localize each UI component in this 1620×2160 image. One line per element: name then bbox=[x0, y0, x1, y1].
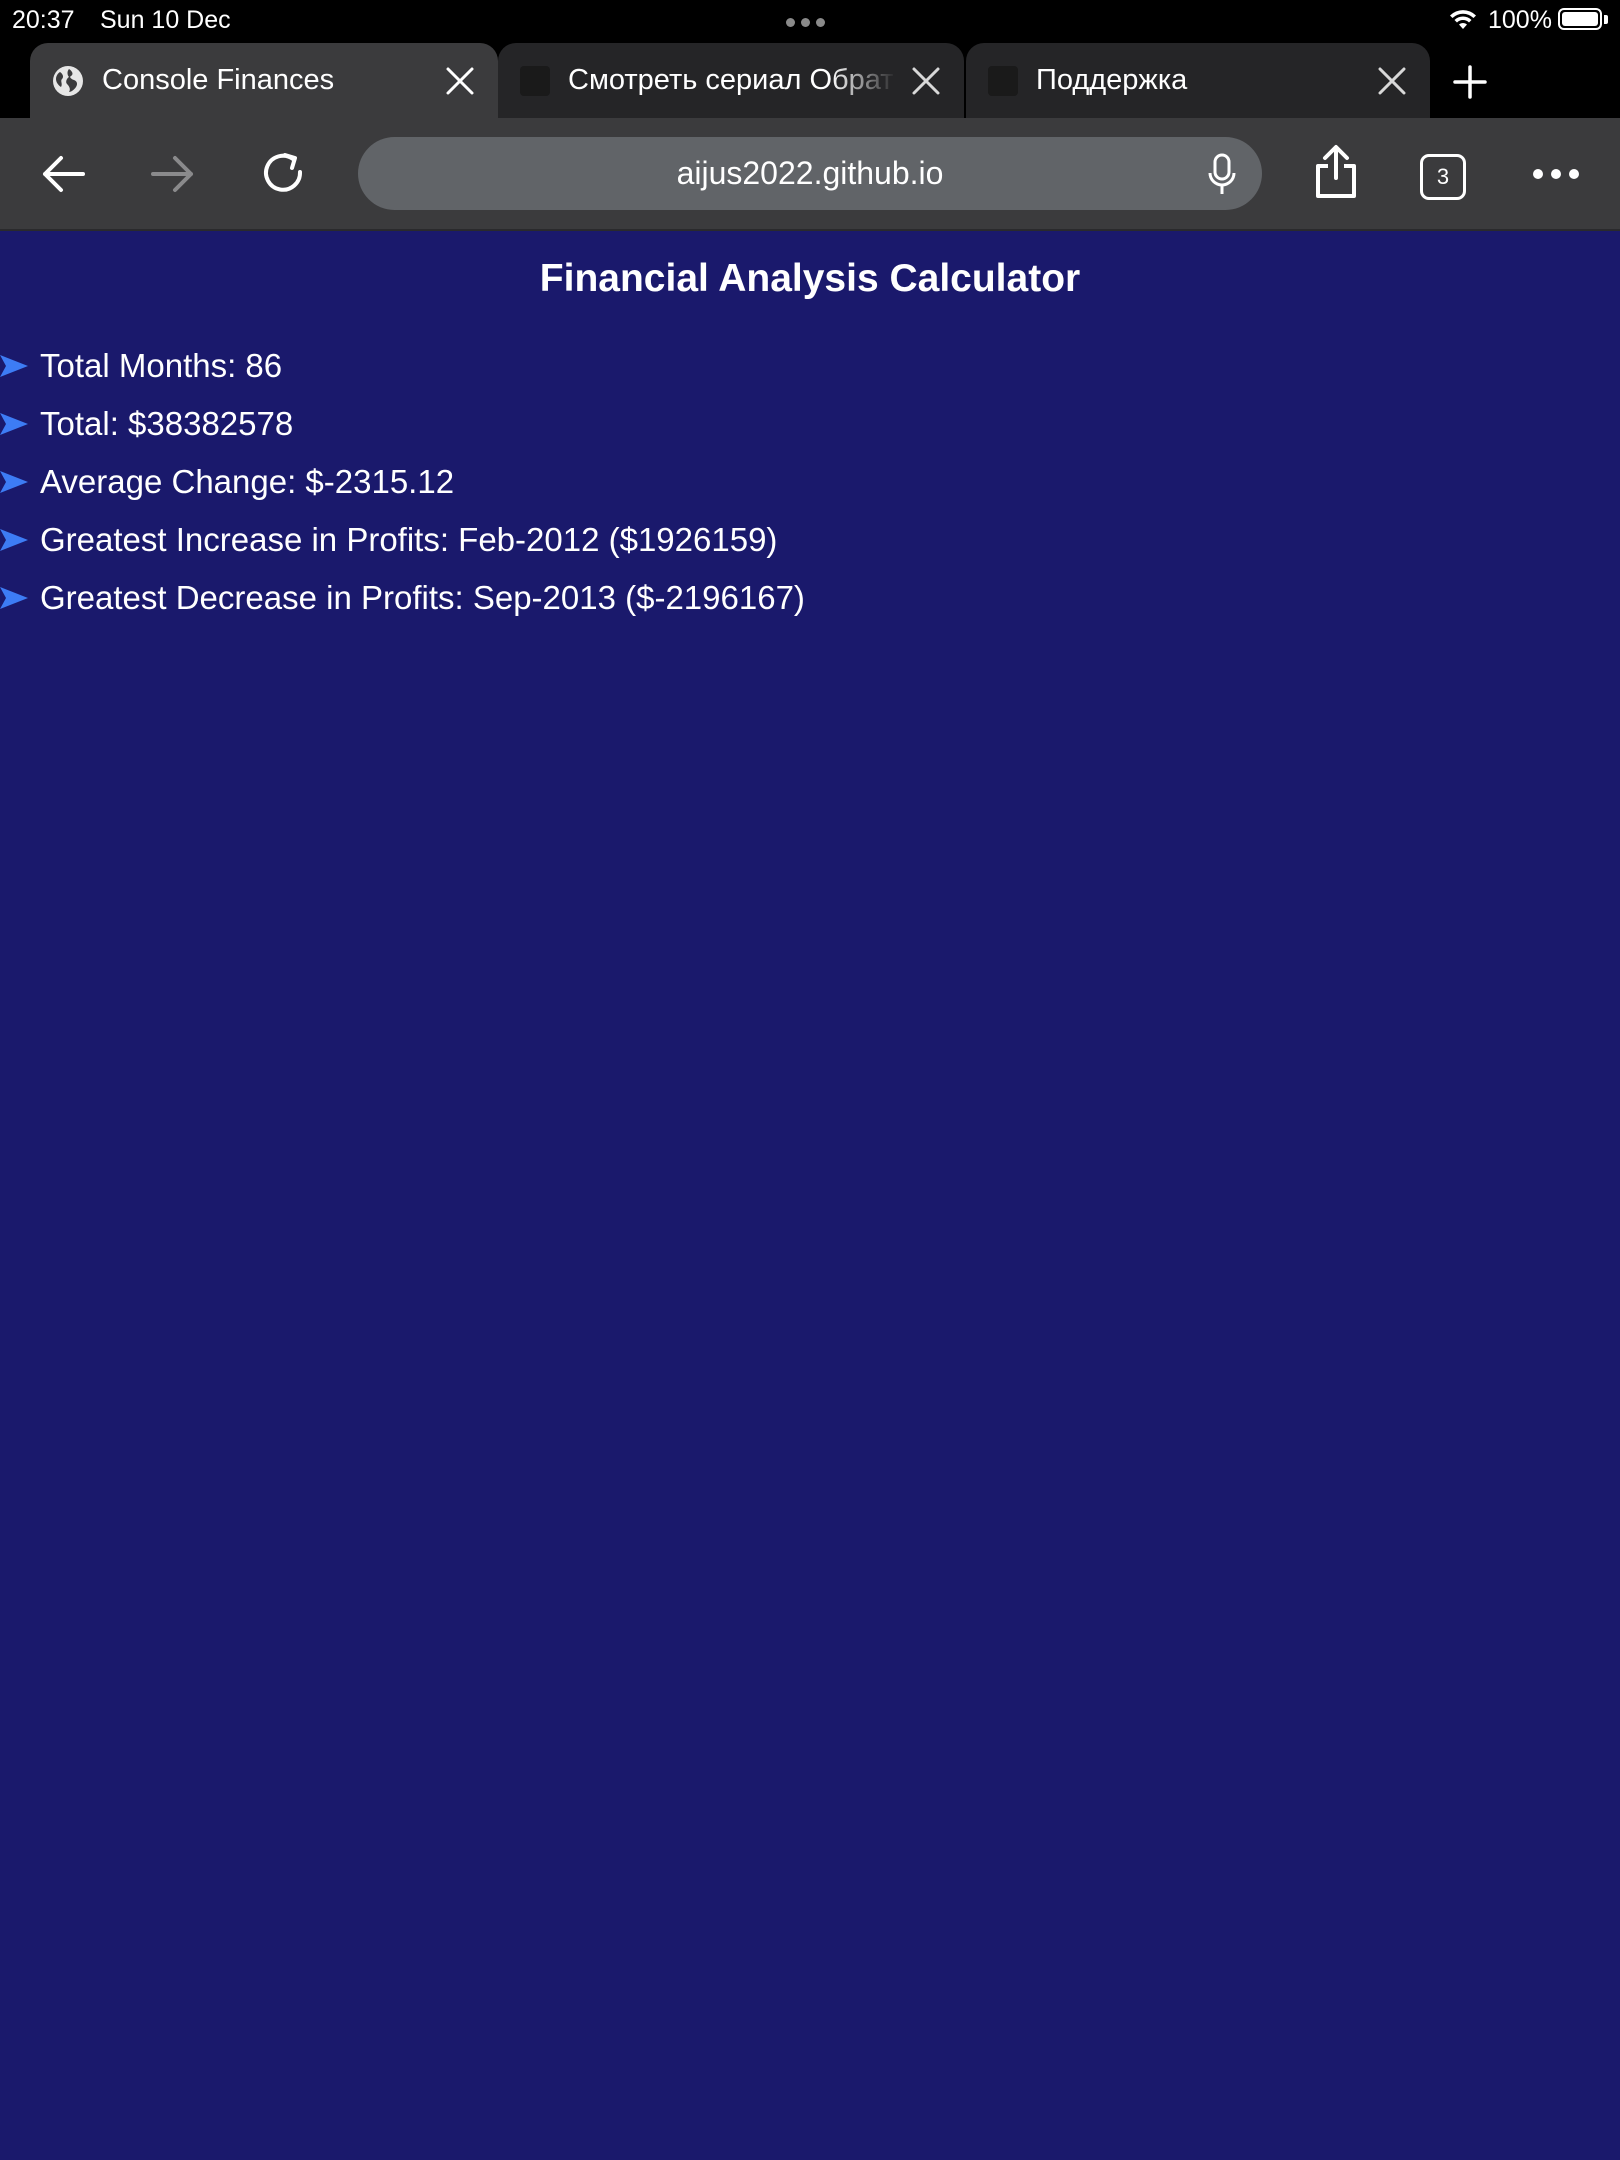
ellipsis-icon bbox=[1533, 169, 1579, 179]
site-favicon-icon bbox=[520, 65, 550, 96]
arrow-right-icon bbox=[151, 156, 193, 192]
multitasking-dots-icon[interactable] bbox=[786, 18, 825, 27]
arrow-bullet-icon bbox=[0, 527, 30, 553]
plus-icon bbox=[1453, 65, 1487, 99]
page-title: Financial Analysis Calculator bbox=[539, 257, 1081, 300]
results-list: Total Months: 86 Total: $38382578 Averag… bbox=[0, 337, 805, 627]
battery-icon bbox=[1558, 8, 1602, 30]
battery-percent: 100% bbox=[1488, 6, 1552, 34]
tab-serial[interactable]: Смотреть сериал Обратный bbox=[498, 43, 964, 118]
list-item: Total Months: 86 bbox=[0, 337, 805, 395]
tab-console-finances[interactable]: Console Finances bbox=[30, 43, 498, 118]
globe-icon bbox=[52, 65, 84, 97]
status-bar: 20:37 Sun 10 Dec 100% bbox=[0, 0, 1620, 40]
share-button[interactable] bbox=[1306, 142, 1366, 202]
tab-title: Поддержка bbox=[1036, 64, 1188, 96]
page-content: Financial Analysis Calculator Total Mont… bbox=[0, 231, 1620, 2160]
list-item: Greatest Decrease in Profits: Sep-2013 (… bbox=[0, 569, 805, 627]
result-text: Total: $38382578 bbox=[40, 405, 294, 442]
reload-button[interactable] bbox=[254, 144, 314, 204]
wifi-icon bbox=[1448, 7, 1478, 38]
tab-title: Console Finances bbox=[102, 64, 335, 96]
result-text: Total Months: 86 bbox=[40, 347, 283, 384]
result-text: Greatest Increase in Profits: Feb-2012 (… bbox=[40, 521, 778, 558]
list-item: Average Change: $-2315.12 bbox=[0, 453, 805, 511]
arrow-bullet-icon bbox=[0, 411, 30, 437]
microphone-icon[interactable] bbox=[1202, 153, 1242, 197]
more-menu-button[interactable] bbox=[1526, 144, 1586, 204]
reload-icon bbox=[264, 153, 303, 192]
url-text: aijus2022.github.io bbox=[676, 155, 944, 191]
browser-toolbar: aijus2022.github.io 3 bbox=[0, 118, 1620, 230]
back-button[interactable] bbox=[33, 144, 93, 204]
arrow-bullet-icon bbox=[0, 585, 30, 611]
close-icon[interactable] bbox=[906, 61, 946, 101]
tab-support[interactable]: Поддержка bbox=[966, 43, 1430, 118]
status-time: 20:37 bbox=[12, 6, 75, 34]
list-item: Total: $38382578 bbox=[0, 395, 805, 453]
result-text: Greatest Decrease in Profits: Sep-2013 (… bbox=[40, 579, 805, 616]
arrow-bullet-icon bbox=[0, 469, 30, 495]
arrow-left-icon bbox=[43, 156, 85, 192]
site-favicon-icon bbox=[988, 65, 1018, 96]
list-item: Greatest Increase in Profits: Feb-2012 (… bbox=[0, 511, 805, 569]
tab-switcher-button[interactable]: 3 bbox=[1420, 154, 1466, 200]
arrow-bullet-icon bbox=[0, 353, 30, 379]
status-date: Sun 10 Dec bbox=[100, 6, 231, 34]
close-icon[interactable] bbox=[1372, 61, 1412, 101]
forward-button[interactable] bbox=[143, 144, 203, 204]
result-text: Average Change: $-2315.12 bbox=[40, 463, 455, 500]
share-icon bbox=[1316, 145, 1356, 198]
tab-title: Смотреть сериал Обратный bbox=[568, 64, 896, 96]
address-bar[interactable]: aijus2022.github.io bbox=[358, 137, 1262, 210]
tab-bar: Console Finances Смотреть сериал Обратны… bbox=[0, 40, 1620, 118]
new-tab-button[interactable] bbox=[1448, 60, 1492, 104]
close-icon[interactable] bbox=[440, 61, 480, 101]
